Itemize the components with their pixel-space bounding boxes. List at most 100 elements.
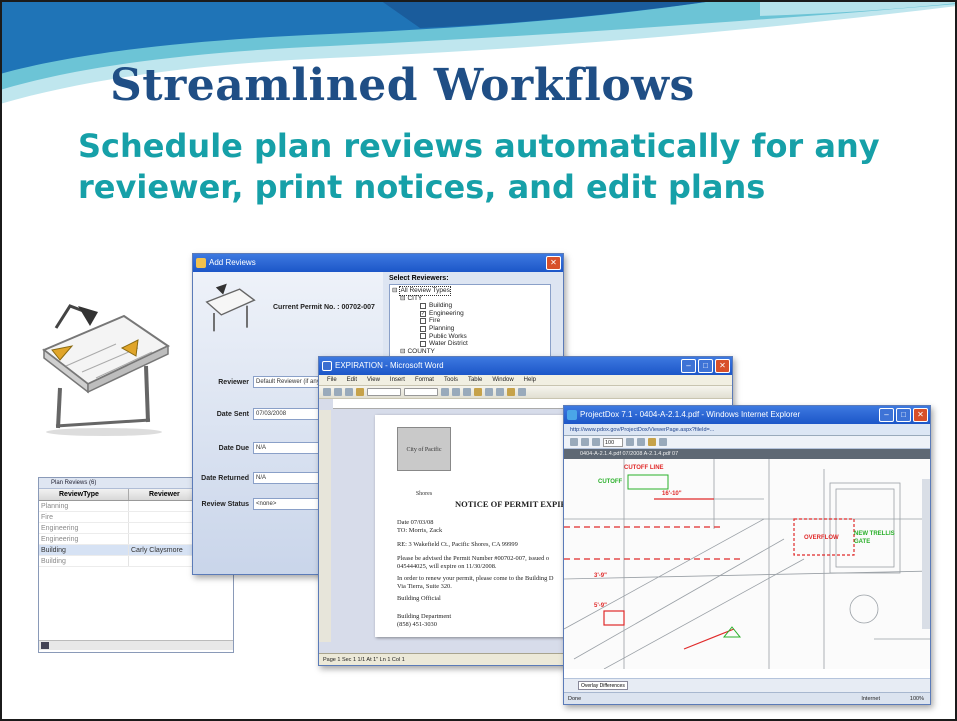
letter-to: TO: Morris, Zack xyxy=(397,527,443,534)
ie-app-icon xyxy=(567,410,577,420)
tree-item[interactable]: Fire xyxy=(392,317,548,325)
date-returned-row: Date Returned N/A ▾ xyxy=(197,472,337,484)
align-center-icon[interactable] xyxy=(485,388,493,396)
zoom-out-icon[interactable] xyxy=(637,438,645,446)
city-logo: City of Pacific Shores xyxy=(397,427,451,497)
close-icon[interactable]: ✕ xyxy=(546,256,561,270)
date-sent-row: Date Sent 07/03/2008 ▾ xyxy=(197,408,337,420)
menu-item-window[interactable]: Window xyxy=(492,375,513,385)
zoom-in-icon[interactable] xyxy=(626,438,634,446)
menu-item-format[interactable]: Format xyxy=(415,375,434,385)
tree-item[interactable]: ✓ Engineering xyxy=(392,310,548,318)
slide-title: Streamlined Workflows xyxy=(110,60,695,111)
cell-review-type: Fire xyxy=(39,512,129,522)
checkbox[interactable] xyxy=(420,318,426,325)
maximize-icon[interactable]: □ xyxy=(698,359,713,373)
page-icon[interactable] xyxy=(592,438,600,446)
expand-icon[interactable]: ⊟ xyxy=(400,295,405,303)
svg-text:3'-9": 3'-9" xyxy=(594,573,607,579)
checkbox[interactable]: ✓ xyxy=(420,310,426,317)
ie-titlebar: ProjectDox 7.1 - 0404-A-2.1.4.pdf - Wind… xyxy=(564,406,930,424)
reviewer-row: Reviewer Default Reviewer (if any) xyxy=(197,376,333,388)
save-icon[interactable] xyxy=(345,388,353,396)
align-left-icon[interactable] xyxy=(474,388,482,396)
select-icon[interactable] xyxy=(581,438,589,446)
menu-item-insert[interactable]: Insert xyxy=(390,375,405,385)
pan-icon[interactable] xyxy=(570,438,578,446)
drafting-table-icon xyxy=(42,304,171,436)
svg-text:GATE: GATE xyxy=(854,539,870,545)
maximize-icon[interactable]: □ xyxy=(896,408,911,422)
svg-text:5'-9": 5'-9" xyxy=(594,603,607,609)
zoom-input[interactable]: 100 xyxy=(603,437,623,447)
date-due-row: Date Due N/A ▾ xyxy=(197,442,337,454)
date-due-label: Date Due xyxy=(218,444,249,452)
checkbox[interactable] xyxy=(420,333,426,340)
menu-item-view[interactable]: View xyxy=(367,375,380,385)
cell-review-type: Planning xyxy=(39,501,129,511)
highlight-icon[interactable] xyxy=(507,388,515,396)
viewer-toolbar: 100 xyxy=(564,436,930,449)
menu-item-edit[interactable]: Edit xyxy=(347,375,357,385)
open-icon[interactable] xyxy=(334,388,342,396)
date-returned-field[interactable]: N/A xyxy=(253,472,321,484)
date-due-field[interactable]: N/A xyxy=(253,442,321,454)
menu-item-file[interactable]: File xyxy=(327,375,337,385)
plan-drawing-canvas[interactable]: CUTOFF LINE 16'-10" OVERFLOW 3'-9" 5'-9"… xyxy=(564,459,931,669)
overlay-dropdown[interactable]: Overlay Differences xyxy=(578,681,628,690)
cell-reviewer xyxy=(129,556,131,566)
address-bar[interactable]: http://www.pdox.gov/ProjectDox/ViewerPag… xyxy=(564,424,930,436)
status-done: Done xyxy=(568,696,582,702)
italic-icon[interactable] xyxy=(452,388,460,396)
close-icon[interactable]: ✕ xyxy=(715,359,730,373)
checkbox[interactable] xyxy=(420,302,426,309)
date-sent-field[interactable]: 07/03/2008 xyxy=(253,408,321,420)
drafting-table-icon xyxy=(205,283,256,332)
document-tab[interactable]: 0404-A-2.1.4.pdf 07/2008 A-2.1.4.pdf 07 xyxy=(564,449,930,459)
column-review-type[interactable]: ReviewType xyxy=(39,489,129,500)
add-reviews-title: Add Reviews xyxy=(209,258,256,267)
menu-item-table[interactable]: Table xyxy=(468,375,482,385)
overlay-bar: Overlay Differences xyxy=(564,678,930,692)
word-app-icon xyxy=(322,361,332,371)
markup-icon[interactable] xyxy=(648,438,656,446)
cell-reviewer xyxy=(129,534,131,544)
style-dropdown[interactable] xyxy=(367,388,401,396)
tree-item[interactable]: Planning xyxy=(392,325,548,333)
tree-item[interactable]: Water District xyxy=(392,340,548,348)
bullets-icon[interactable] xyxy=(496,388,504,396)
tree-item[interactable]: Building xyxy=(392,302,548,310)
underline-icon[interactable] xyxy=(463,388,471,396)
svg-text:CUTOFF: CUTOFF xyxy=(598,479,623,485)
grid-horizontal-scrollbar[interactable] xyxy=(39,640,233,650)
tree-item[interactable]: Public Works xyxy=(392,333,548,341)
letter-body-3: In order to renew your permit, please co… xyxy=(397,575,554,582)
cell-review-type: Building xyxy=(39,545,129,555)
font-color-icon[interactable] xyxy=(518,388,526,396)
checkbox[interactable] xyxy=(420,325,426,332)
print-icon[interactable] xyxy=(659,438,667,446)
svg-text:NEW TRELLIS: NEW TRELLIS xyxy=(854,531,895,537)
letter-body-4: Via Tierra, Suite 320. xyxy=(397,583,452,590)
menu-item-tools[interactable]: Tools xyxy=(444,375,458,385)
print-icon[interactable] xyxy=(356,388,364,396)
minimize-icon[interactable]: – xyxy=(879,408,894,422)
reviewer-label: Reviewer xyxy=(218,378,249,386)
tree-item[interactable]: ⊟ COUNTY xyxy=(392,348,548,356)
word-titlebar: EXPIRATION - Microsoft Word – □ ✕ xyxy=(319,357,732,375)
new-doc-icon[interactable] xyxy=(323,388,331,396)
expand-icon[interactable]: ⊟ xyxy=(392,287,397,295)
checkbox[interactable] xyxy=(420,340,426,347)
tree-item[interactable]: ⊟ CITY xyxy=(392,295,548,303)
current-permit-label: Current Permit No. : 00702-007 xyxy=(273,304,375,311)
minimize-icon[interactable]: – xyxy=(681,359,696,373)
tree-item[interactable]: ⊟ All Review Types xyxy=(392,286,548,296)
expand-icon[interactable]: ⊟ xyxy=(400,348,405,356)
bold-icon[interactable] xyxy=(441,388,449,396)
zoom-level[interactable]: 100% xyxy=(910,693,924,704)
column-reviewer[interactable]: Reviewer xyxy=(129,489,180,500)
font-dropdown[interactable] xyxy=(404,388,438,396)
date-returned-label: Date Returned xyxy=(201,474,249,482)
menu-item-help[interactable]: Help xyxy=(524,375,536,385)
close-icon[interactable]: ✕ xyxy=(913,408,928,422)
